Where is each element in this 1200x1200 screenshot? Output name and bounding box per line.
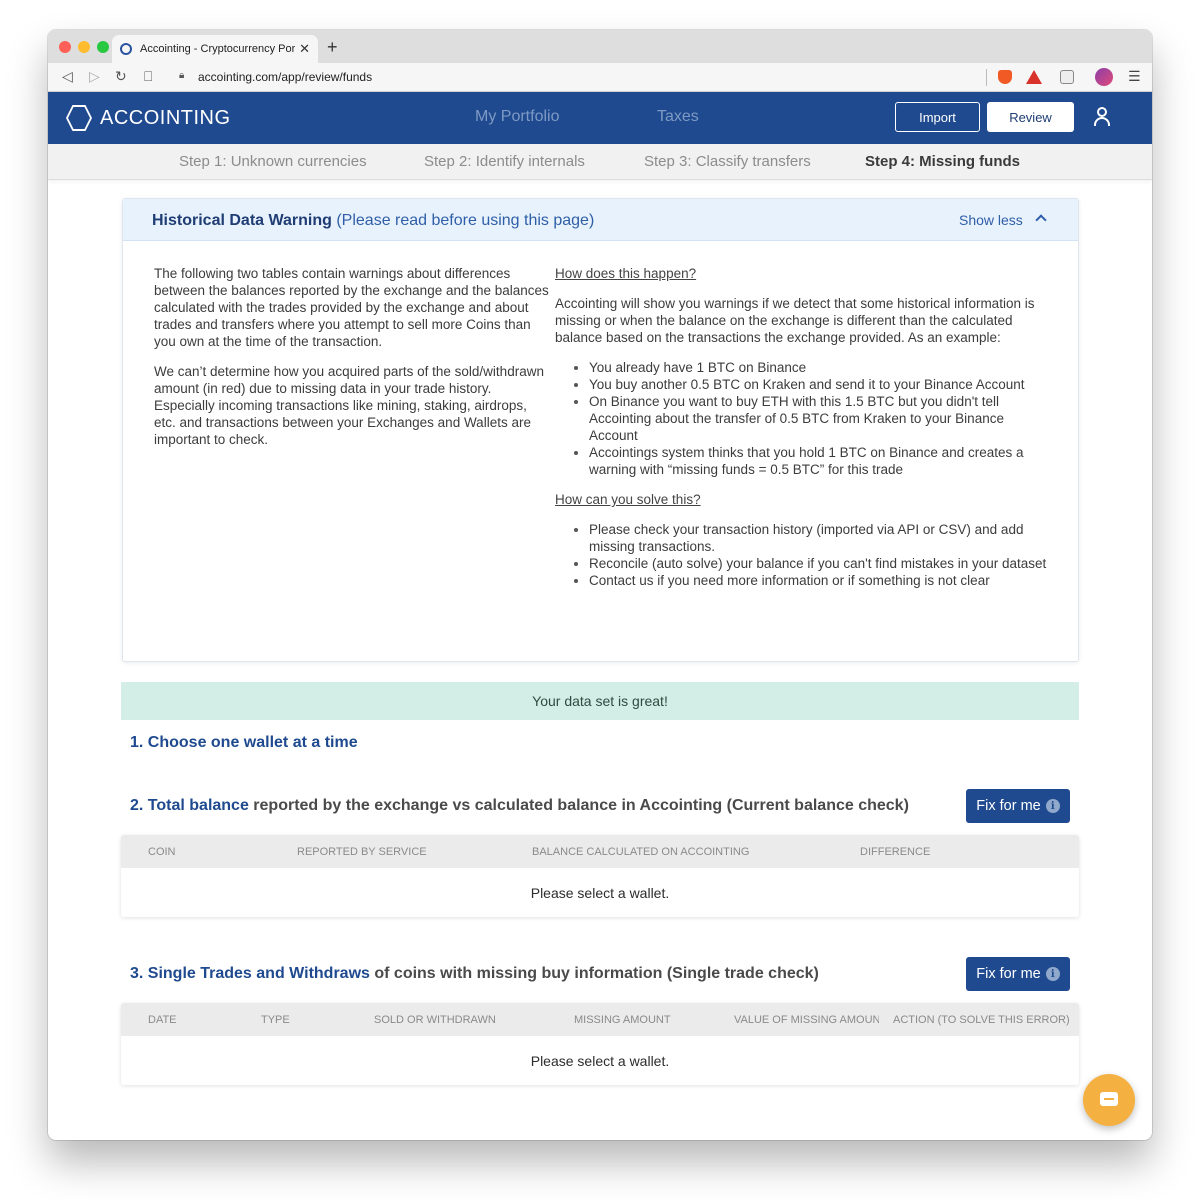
step-identify-internals[interactable]: Step 2: Identify internals (424, 153, 585, 170)
section3-title-highlight: 3. Single Trades and Withdraws (130, 965, 370, 982)
close-tab-icon[interactable]: ✕ (299, 41, 310, 57)
warning-title: Historical Data Warning (Please read bef… (152, 212, 594, 230)
status-message: Your data set is great! (121, 682, 1079, 720)
how-can-you-solve-link[interactable]: How can you solve this? (555, 491, 1055, 508)
forward-icon[interactable]: ▷ (89, 68, 100, 85)
accointing-favicon-icon (120, 43, 132, 55)
profile-avatar[interactable] (1095, 68, 1113, 86)
chat-widget-button[interactable] (1083, 1074, 1135, 1126)
single-trade-check-table: DATE TYPE SOLD OR WITHDRAWN MISSING AMOU… (121, 1003, 1079, 1085)
new-tab-button[interactable]: + (327, 37, 338, 58)
tab-title: Accointing - Cryptocurrency Portfolio (140, 43, 296, 55)
column-header[interactable]: DIFFERENCE (860, 846, 930, 858)
section-choose-wallet-title: 1. Choose one wallet at a time (130, 734, 358, 752)
section-single-trades-title: 3. Single Trades and Withdraws of coins … (130, 965, 819, 983)
browser-tab-bar: Accointing - Cryptocurrency Portfolio ✕ … (48, 30, 1152, 63)
logo-text: ACCOINTING (100, 106, 231, 129)
warning-right-column: How does this happen? Accointing will sh… (555, 265, 1055, 602)
empty-table-message: Please select a wallet. (530, 885, 670, 901)
app-header: ACCOINTING My Portfolio Taxes Import Rev… (48, 92, 1152, 144)
accointing-logo[interactable]: ACCOINTING (66, 105, 231, 131)
chat-icon (1100, 1092, 1118, 1106)
list-item: Accointings system thinks that you hold … (574, 444, 1055, 478)
balance-check-table: COIN REPORTED BY SERVICE BALANCE CALCULA… (121, 835, 1079, 917)
info-icon[interactable]: i (1045, 799, 1060, 813)
nav-taxes[interactable]: Taxes (657, 108, 699, 126)
fix-button-label: Fix for me (976, 966, 1041, 982)
warning-title-text: Historical Data Warning (152, 212, 332, 229)
back-icon[interactable]: ◁ (62, 68, 73, 85)
browser-toolbar: ◁ ▷ ↻ ⎕ 🔒︎ accointing.com/app/review/fun… (48, 63, 1152, 92)
maximize-window-button[interactable] (97, 41, 109, 53)
fix-button-label: Fix for me (976, 798, 1041, 814)
solution-list: Please check your transaction history (i… (574, 521, 1055, 589)
section1-title-text: 1. Choose one wallet at a time (130, 734, 358, 751)
list-item: You buy another 0.5 BTC on Kraken and se… (574, 376, 1055, 393)
reload-icon[interactable]: ↻ (115, 68, 127, 85)
historical-data-warning-card: Historical Data Warning (Please read bef… (122, 198, 1079, 662)
show-less-toggle[interactable]: Show less (959, 212, 1023, 228)
section2-title-highlight: 2. Total balance (130, 797, 249, 814)
warning-paragraph: The following two tables contain warning… (154, 266, 549, 349)
review-steps-nav: Step 1: Unknown currencies Step 2: Ident… (48, 144, 1152, 180)
section3-title-rest: of coins with missing buy information (S… (369, 965, 819, 982)
how-intro-text: Accointing will show you warnings if we … (555, 296, 1035, 345)
warning-subtitle: (Please read before using this page) (336, 212, 595, 229)
column-header[interactable]: TYPE (261, 1014, 290, 1026)
step-classify-transfers[interactable]: Step 3: Classify transfers (644, 153, 811, 170)
brave-shield-icon[interactable] (998, 70, 1012, 84)
section-total-balance-title: 2. Total balance reported by the exchang… (130, 797, 909, 815)
list-item: Reconcile (auto solve) your balance if y… (574, 555, 1055, 572)
user-account-icon[interactable] (1094, 107, 1110, 127)
fix-balance-button[interactable]: Fix for me i (966, 789, 1070, 823)
column-header[interactable]: DATE (148, 1014, 177, 1026)
list-item: On Binance you want to buy ETH with this… (574, 393, 1055, 444)
section2-title-rest: reported by the exchange vs calculated b… (248, 797, 909, 814)
extension-icon[interactable] (1060, 70, 1074, 84)
column-header[interactable]: ACTION (TO SOLVE THIS ERROR) (893, 1014, 1070, 1026)
lock-icon: 🔒︎ (179, 70, 185, 81)
toolbar-divider (986, 69, 987, 86)
rewards-icon[interactable] (1026, 70, 1042, 84)
column-header[interactable]: COIN (148, 846, 176, 858)
table-header: DATE TYPE SOLD OR WITHDRAWN MISSING AMOU… (121, 1003, 1079, 1036)
warning-paragraph: We can’t determine how you acquired part… (154, 364, 544, 447)
close-window-button[interactable] (59, 41, 71, 53)
empty-table-message: Please select a wallet. (530, 1053, 670, 1069)
menu-icon[interactable]: ☰ (1128, 68, 1141, 85)
review-button[interactable]: Review (987, 102, 1074, 132)
bookmark-icon[interactable]: ⎕ (144, 68, 152, 85)
info-icon[interactable]: i (1045, 967, 1060, 981)
step-missing-funds[interactable]: Step 4: Missing funds (865, 153, 1020, 170)
column-header[interactable]: VALUE OF MISSING AMOUNT (734, 1014, 879, 1026)
column-header[interactable]: MISSING AMOUNT (574, 1014, 671, 1026)
fix-trades-button[interactable]: Fix for me i (966, 957, 1070, 991)
list-item: Contact us if you need more information … (574, 572, 1055, 589)
table-header: COIN REPORTED BY SERVICE BALANCE CALCULA… (121, 835, 1079, 868)
column-header[interactable]: SOLD OR WITHDRAWN (374, 1014, 496, 1026)
browser-tab[interactable]: Accointing - Cryptocurrency Portfolio ✕ (112, 35, 318, 63)
import-button[interactable]: Import (895, 102, 980, 132)
list-item: Please check your transaction history (i… (574, 521, 1055, 555)
address-bar[interactable]: accointing.com/app/review/funds (198, 70, 372, 84)
browser-window: Accointing - Cryptocurrency Portfolio ✕ … (48, 30, 1152, 1140)
warning-header[interactable]: Historical Data Warning (Please read bef… (123, 199, 1078, 241)
list-item: You already have 1 BTC on Binance (574, 359, 1055, 376)
step-unknown-currencies[interactable]: Step 1: Unknown currencies (179, 153, 367, 170)
minimize-window-button[interactable] (78, 41, 90, 53)
column-header[interactable]: BALANCE CALCULATED ON ACCOINTING (532, 846, 749, 858)
warning-left-column: The following two tables contain warning… (154, 265, 552, 461)
how-does-this-happen-link[interactable]: How does this happen? (555, 265, 1055, 282)
column-header[interactable]: REPORTED BY SERVICE (297, 846, 427, 858)
nav-my-portfolio[interactable]: My Portfolio (475, 108, 559, 126)
example-list: You already have 1 BTC on Binance You bu… (574, 359, 1055, 478)
chevron-up-icon[interactable] (1035, 214, 1047, 226)
logo-hexagon-icon (66, 105, 92, 131)
